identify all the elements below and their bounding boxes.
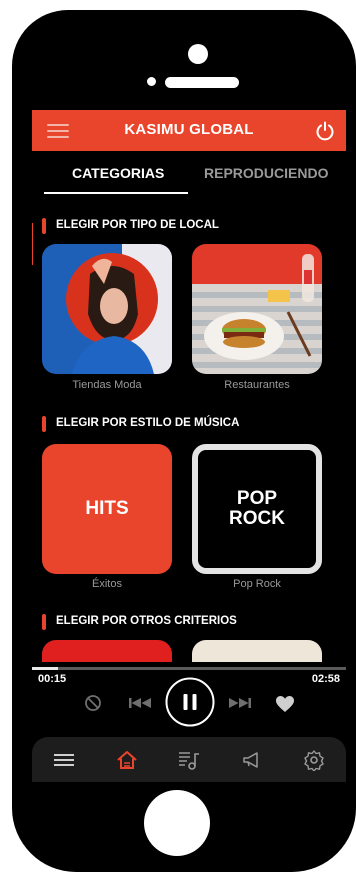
restaurant-photo-image xyxy=(192,244,322,374)
section-title: ELEGIR POR OTROS CRITERIOS xyxy=(56,615,237,627)
playlist-icon[interactable] xyxy=(177,749,201,771)
settings-icon[interactable] xyxy=(302,749,326,771)
next-icon[interactable] xyxy=(228,696,252,710)
app-screen: KASIMU GLOBAL CATEGORIAS REPRODUCIENDO E… xyxy=(32,110,346,785)
elapsed-time: 00:15 xyxy=(38,673,67,685)
section-accent-bar xyxy=(42,416,46,432)
mini-player: 00:15 02:58 xyxy=(32,662,346,740)
menu-icon[interactable] xyxy=(52,749,76,771)
app-title: KASIMU GLOBAL xyxy=(124,121,254,138)
progress-fill xyxy=(32,667,59,670)
tab-bar: CATEGORIAS REPRODUCIENDO xyxy=(32,151,346,195)
power-icon[interactable] xyxy=(314,120,336,142)
progress-track[interactable] xyxy=(32,667,346,670)
app-bar: KASIMU GLOBAL xyxy=(32,110,346,151)
home-icon[interactable] xyxy=(115,749,139,771)
previous-icon[interactable] xyxy=(128,696,152,710)
tile-restaurantes[interactable] xyxy=(192,244,322,374)
tile-exitos[interactable]: HITS xyxy=(42,444,172,574)
section-accent-bar xyxy=(42,614,46,630)
sensor-dot xyxy=(147,77,156,86)
tile-pop-rock[interactable]: POP ROCK xyxy=(192,444,322,574)
front-camera xyxy=(188,44,208,64)
block-icon[interactable] xyxy=(84,694,102,712)
section-title: ELEGIR POR TIPO DE LOCAL xyxy=(56,219,219,231)
tile-label: Tiendas Moda xyxy=(72,379,142,391)
tab-reproduciendo[interactable]: REPRODUCIENDO xyxy=(204,165,328,181)
home-button[interactable] xyxy=(144,790,210,856)
speaker-icon[interactable] xyxy=(240,749,264,771)
heart-icon[interactable] xyxy=(275,695,295,713)
section-title: ELEGIR POR ESTILO DE MÚSICA xyxy=(56,417,240,429)
pause-icon[interactable] xyxy=(164,676,216,728)
section-accent-bar xyxy=(42,218,46,234)
tile-text-line: ROCK xyxy=(229,508,285,529)
fashion-photo-image xyxy=(42,244,172,374)
scroll-indicator xyxy=(32,223,33,265)
tile-text-line: POP xyxy=(236,488,278,509)
tile-text: HITS xyxy=(85,498,129,519)
tile-label: Restaurantes xyxy=(224,379,290,391)
tile-label: Pop Rock xyxy=(233,578,281,590)
active-tab-indicator xyxy=(44,192,188,194)
bottom-navigation xyxy=(32,737,346,782)
tile-label: Éxitos xyxy=(92,578,122,590)
tab-categorias[interactable]: CATEGORIAS xyxy=(72,165,164,181)
tile-tiendas-moda[interactable] xyxy=(42,244,172,374)
tile-text: POP ROCK xyxy=(229,489,285,529)
earpiece-speaker xyxy=(165,77,239,88)
total-duration: 02:58 xyxy=(311,673,340,685)
